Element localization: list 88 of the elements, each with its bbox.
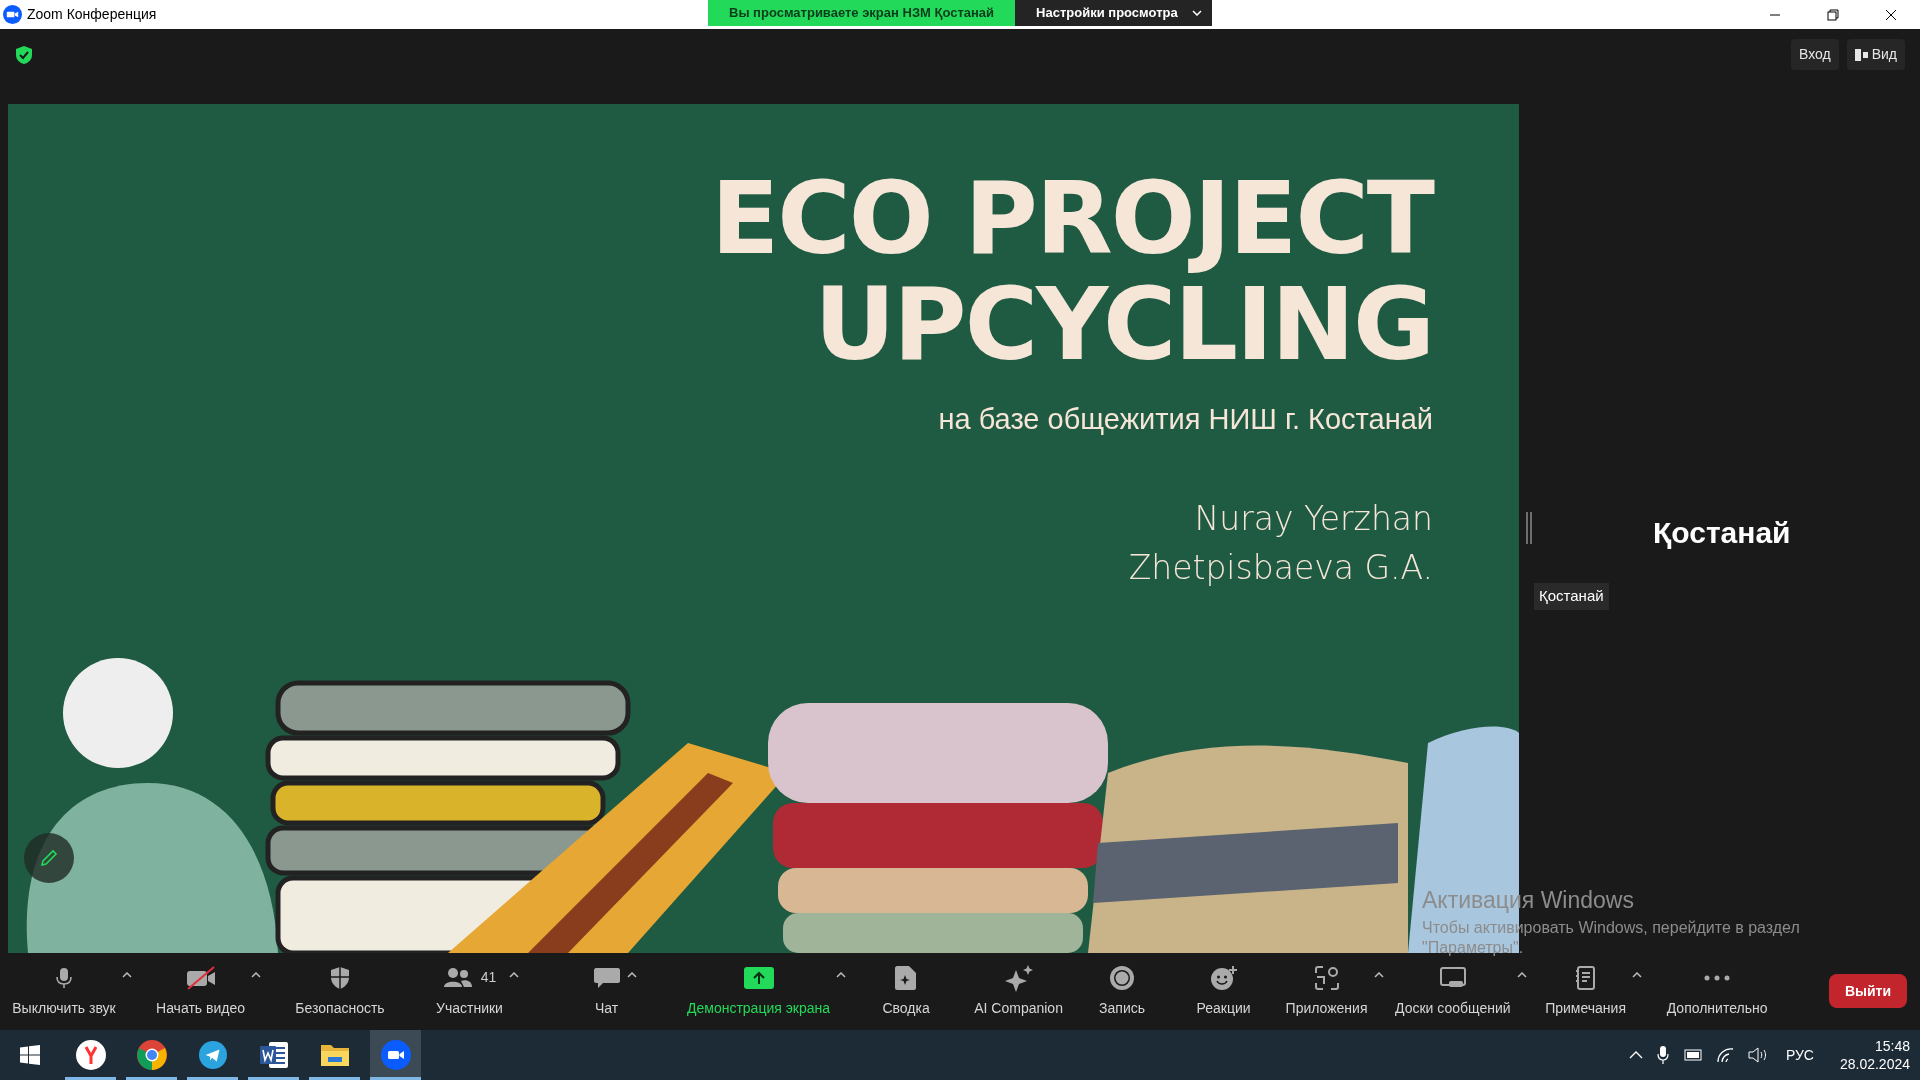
participant-name: Қостанай bbox=[1653, 515, 1791, 551]
whiteboard-icon bbox=[1438, 965, 1467, 990]
participant-label: Қостанай bbox=[1534, 583, 1609, 610]
emoji-icon bbox=[1209, 964, 1238, 991]
notes-icon bbox=[1573, 964, 1598, 991]
chrome-icon bbox=[136, 1040, 167, 1070]
toolbar-button[interactable]: Чат bbox=[586, 959, 627, 1023]
shield-icon bbox=[328, 965, 352, 990]
slide-subtitle: на базе общежития НИШ г. Костанай bbox=[938, 402, 1433, 437]
wifi-icon[interactable] bbox=[1716, 1047, 1734, 1063]
summary-icon bbox=[894, 964, 919, 991]
clock-time[interactable]: 15:48 bbox=[1874, 1037, 1910, 1055]
button-label: Приложения bbox=[1285, 998, 1368, 1018]
slide-title: UPCYCLING bbox=[814, 272, 1433, 378]
clock-date[interactable]: 28.02.2024 bbox=[1839, 1055, 1910, 1073]
toolbar-button[interactable]: Дополнительно bbox=[1660, 959, 1774, 1023]
slide-title: ECO PROJECT bbox=[711, 166, 1433, 272]
button-label: Демонстрация экрана bbox=[687, 998, 831, 1018]
button-label: Сводка bbox=[882, 998, 930, 1018]
speaker-icon[interactable] bbox=[1747, 1047, 1768, 1063]
author-name: Zhetpisbaeva G.A. bbox=[1128, 546, 1433, 589]
layout-icon bbox=[1854, 48, 1868, 61]
toolbar-button[interactable]: Начать видео bbox=[150, 959, 251, 1023]
button-label: AI Companion bbox=[974, 998, 1063, 1018]
button-label: Начать видео bbox=[156, 998, 245, 1018]
toolbar-button[interactable]: Демонстрация экрана bbox=[681, 959, 837, 1023]
toolbar-button[interactable]: Приложения bbox=[1279, 959, 1374, 1023]
share-screen-icon bbox=[742, 965, 775, 990]
record-icon bbox=[1109, 964, 1136, 991]
button-label: Чат bbox=[594, 998, 619, 1018]
chevron-down-icon bbox=[1191, 10, 1202, 16]
button-label: Доски сообщений bbox=[1395, 998, 1511, 1018]
button-label: Запись bbox=[1099, 998, 1146, 1018]
toolbar-button[interactable]: 41 Участники bbox=[430, 959, 509, 1023]
toolbar-button[interactable]: Доски сообщений bbox=[1389, 959, 1517, 1023]
chevron-up-icon[interactable] bbox=[1628, 1051, 1643, 1059]
author-name: Nuray Yerzhan bbox=[1194, 497, 1433, 540]
toolbar-button[interactable]: Безопасность bbox=[289, 959, 391, 1023]
participant-count: 41 bbox=[480, 968, 497, 987]
toolbar-button[interactable]: Реакции bbox=[1190, 959, 1257, 1023]
toolbar-button[interactable]: AI Companion bbox=[968, 959, 1069, 1023]
leave-button[interactable]: Выйти bbox=[1829, 974, 1907, 1008]
toolbar-button[interactable]: Примечания bbox=[1539, 959, 1632, 1023]
caret-icon[interactable] bbox=[626, 971, 637, 978]
button-label: Выключить звук bbox=[12, 998, 116, 1018]
zoom-logo-icon bbox=[3, 5, 22, 24]
button-label: Безопасность bbox=[295, 998, 385, 1018]
folder-icon bbox=[319, 1042, 350, 1068]
view-button[interactable]: Вид bbox=[1846, 39, 1905, 70]
button-label: Дополнительно bbox=[1666, 998, 1768, 1018]
paper-plane-icon bbox=[198, 1041, 227, 1069]
video-off-icon bbox=[184, 965, 217, 990]
start-icon bbox=[19, 1045, 40, 1065]
screen-share-status: Вы просматриваете экран НЗМ Қостанай bbox=[708, 0, 1016, 26]
toolbar-button[interactable]: Сводка bbox=[876, 959, 936, 1023]
button-label: Реакции bbox=[1196, 998, 1251, 1018]
more-icon bbox=[1704, 974, 1731, 981]
language-indicator[interactable]: РУС bbox=[1785, 1044, 1814, 1066]
taskbar-button[interactable] bbox=[370, 1030, 421, 1080]
caret-icon[interactable] bbox=[251, 971, 261, 978]
video-app-icon bbox=[380, 1040, 411, 1070]
caret-icon[interactable] bbox=[121, 971, 132, 978]
button-label: Примечания bbox=[1545, 998, 1626, 1018]
resize-handle-icon[interactable] bbox=[1526, 512, 1532, 544]
document-icon bbox=[258, 1041, 289, 1069]
caret-icon[interactable] bbox=[508, 971, 519, 978]
participants-icon bbox=[442, 965, 473, 990]
caret-icon[interactable] bbox=[1632, 971, 1642, 978]
restore-icon[interactable] bbox=[1827, 8, 1839, 21]
battery-icon[interactable] bbox=[1682, 1049, 1703, 1061]
view-settings-button[interactable]: Настройки просмотра bbox=[1015, 0, 1212, 26]
apps-icon bbox=[1313, 964, 1340, 991]
window-title: Zoom Конференция bbox=[27, 5, 157, 24]
toolbar-button[interactable]: Запись bbox=[1093, 959, 1152, 1023]
caret-icon[interactable] bbox=[836, 971, 847, 978]
caret-icon[interactable] bbox=[1373, 971, 1384, 978]
microphone-icon[interactable] bbox=[1656, 1046, 1669, 1064]
button-label: Участники bbox=[436, 998, 503, 1018]
security-shield-icon[interactable] bbox=[15, 45, 33, 65]
close-icon[interactable] bbox=[1885, 8, 1897, 21]
browser-icon bbox=[75, 1040, 106, 1070]
chat-icon bbox=[592, 965, 621, 990]
pencil-icon bbox=[39, 848, 59, 868]
sparkle-icon bbox=[1003, 963, 1034, 992]
toolbar-button[interactable]: Выключить звук bbox=[6, 959, 122, 1023]
caret-icon[interactable] bbox=[1516, 971, 1527, 978]
sign-in-button[interactable]: Вход bbox=[1791, 39, 1839, 70]
annotate-pencil-button[interactable] bbox=[24, 833, 74, 883]
